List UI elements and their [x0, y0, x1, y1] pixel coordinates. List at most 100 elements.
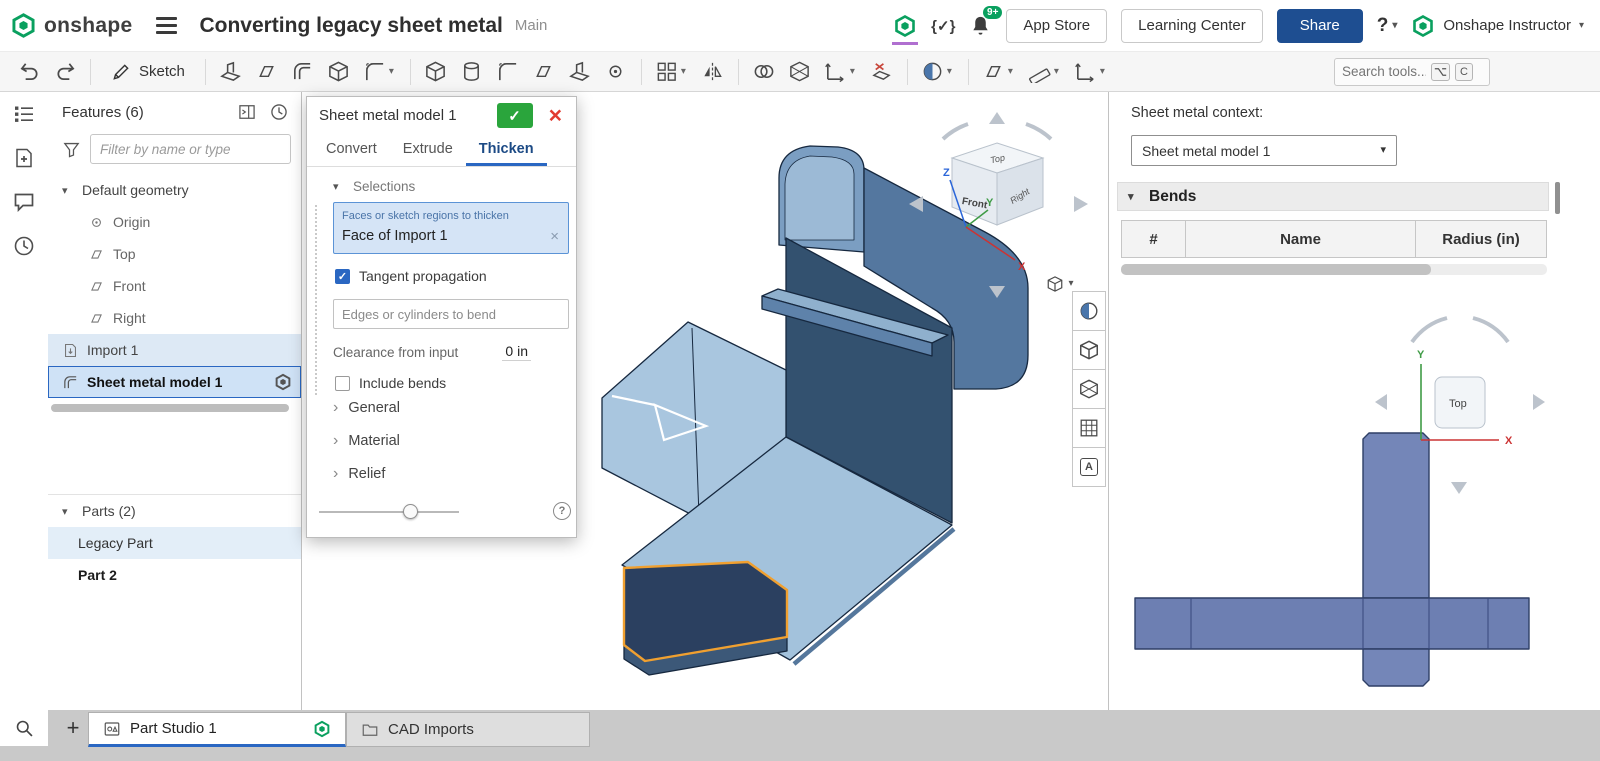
tree-item-sheet-metal-model-1[interactable]: Sheet metal model 1 [48, 366, 301, 398]
corner-tool-icon[interactable] [358, 56, 392, 88]
feature-list-toggle-icon[interactable] [0, 92, 48, 136]
include-bends-row[interactable]: Include bends [335, 375, 567, 391]
undo-button[interactable] [12, 56, 46, 88]
chevron-expanded-icon[interactable]: ▾ [62, 505, 74, 518]
flat-pattern-view[interactable]: Top Y X [1109, 280, 1600, 710]
sheet-metal-context-dropdown[interactable]: Sheet metal model 1 ▾ [1131, 135, 1397, 166]
draft-icon[interactable] [527, 56, 561, 88]
flat-horizontal-band[interactable] [1135, 598, 1529, 649]
rotate-arc-right[interactable] [1473, 318, 1508, 342]
tab-convert[interactable]: Convert [313, 134, 390, 166]
sketch-button[interactable]: Sketch [99, 56, 197, 88]
chevron-down-icon[interactable]: ▾ [850, 67, 863, 77]
general-section-header[interactable]: › General [333, 391, 569, 424]
chevron-down-icon[interactable]: ▾ [1054, 67, 1067, 77]
share-button[interactable]: Share [1277, 9, 1363, 43]
rotate-arc-left[interactable] [943, 124, 968, 139]
tree-group-parts[interactable]: ▾ Parts (2) [48, 495, 301, 527]
include-bends-checkbox[interactable] [335, 376, 350, 391]
tree-item-front-plane[interactable]: Front [48, 270, 301, 302]
dock-panel-icon[interactable] [237, 102, 257, 122]
rollback-icon[interactable] [269, 102, 289, 122]
linear-pattern-icon[interactable] [650, 56, 684, 88]
tree-item-right-plane[interactable]: Right [48, 302, 301, 334]
learning-center-button[interactable]: Learning Center [1121, 9, 1263, 43]
part-item-part-2[interactable]: Part 2 [48, 559, 301, 591]
search-tools-input[interactable] [1342, 64, 1426, 79]
hole-icon[interactable] [599, 56, 633, 88]
annotations-icon[interactable]: A [1072, 447, 1106, 487]
isometric-view-icon[interactable] [1072, 330, 1106, 370]
tangent-propagation-row[interactable]: ✓ Tangent propagation [335, 268, 567, 284]
shading-mode-icon[interactable] [1072, 291, 1106, 331]
tab-tool-icon[interactable] [322, 56, 356, 88]
search-tabs-icon[interactable] [0, 710, 48, 746]
versions-icon[interactable]: {✓} [931, 17, 955, 35]
boolean-icon[interactable] [747, 56, 781, 88]
section-view-icon[interactable] [1072, 369, 1106, 409]
flange-icon[interactable] [250, 56, 284, 88]
tab-part-studio-1[interactable]: Part Studio 1 [88, 712, 346, 747]
app-store-button[interactable]: App Store [1006, 9, 1107, 43]
chevron-down-icon[interactable]: ▾ [1008, 67, 1021, 77]
transform-icon[interactable] [819, 56, 853, 88]
flat-pattern-canvas[interactable]: Top Y X [1109, 280, 1600, 710]
mate-connector-icon[interactable] [1069, 56, 1103, 88]
tree-item-top-plane[interactable]: Top [48, 238, 301, 270]
clear-selection-icon[interactable]: × [550, 229, 559, 244]
shell-icon[interactable] [563, 56, 597, 88]
measure-icon[interactable] [1023, 56, 1057, 88]
bends-vertical-scrollbar[interactable] [1555, 182, 1560, 214]
mirror-icon[interactable] [696, 56, 730, 88]
search-tools-field[interactable]: C [1334, 58, 1490, 86]
redo-button[interactable] [48, 56, 82, 88]
chevron-down-icon[interactable]: ▾ [389, 67, 402, 77]
features-scrollbar[interactable] [51, 404, 289, 412]
onshape-logo[interactable]: onshape [10, 12, 132, 39]
chevron-down-icon[interactable]: ▾ [681, 67, 694, 77]
active-document-icon[interactable] [893, 11, 917, 41]
selections-section-header[interactable]: ▾ Selections [333, 175, 569, 202]
flat-vertical-web[interactable] [1363, 433, 1429, 598]
chevron-down-icon[interactable]: ▾ [1100, 67, 1113, 77]
faces-selection-field[interactable]: Faces or sketch regions to thicken Face … [333, 202, 569, 254]
filter-funnel-icon[interactable] [62, 140, 81, 159]
add-tab-button[interactable]: + [58, 712, 88, 744]
accept-button[interactable]: ✓ [497, 103, 533, 128]
extrude-icon[interactable] [419, 56, 453, 88]
split-icon[interactable] [783, 56, 817, 88]
history-icon[interactable] [0, 224, 48, 268]
sheet-metal-model-icon[interactable] [214, 56, 248, 88]
edges-selection-field[interactable]: Edges or cylinders to bend [333, 299, 569, 329]
part-top-flange-inner[interactable] [785, 156, 854, 240]
flat-pattern-toggle-icon[interactable] [1072, 408, 1106, 448]
tree-item-origin[interactable]: Origin [48, 206, 301, 238]
appearance-icon[interactable] [916, 56, 950, 88]
help-menu[interactable]: ? ▾ [1377, 15, 1398, 37]
feature-filter-input[interactable] [90, 134, 291, 164]
fillet-icon[interactable] [491, 56, 525, 88]
bend-icon[interactable] [286, 56, 320, 88]
rotate-arc-left[interactable] [1412, 318, 1447, 342]
tab-thicken[interactable]: Thicken [466, 134, 547, 166]
tree-group-default-geometry[interactable]: ▾ Default geometry [48, 174, 301, 206]
bends-horizontal-scrollbar[interactable] [1121, 264, 1547, 275]
dialog-help-icon[interactable]: ? [553, 502, 571, 520]
revolve-icon[interactable] [455, 56, 489, 88]
tab-cad-imports[interactable]: CAD Imports [346, 712, 590, 747]
tab-extrude[interactable]: Extrude [390, 134, 466, 166]
delete-face-icon[interactable] [865, 56, 899, 88]
insert-document-icon[interactable] [0, 136, 48, 180]
plane-tool-icon[interactable] [977, 56, 1011, 88]
cancel-button[interactable]: × [545, 104, 566, 127]
part-item-legacy-part[interactable]: Legacy Part [48, 527, 301, 559]
account-menu[interactable]: Onshape Instructor ▾ [1411, 14, 1584, 38]
comments-icon[interactable] [0, 180, 48, 224]
opacity-slider-track[interactable] [319, 511, 459, 513]
bends-section-header[interactable]: ▾ Bends [1117, 182, 1549, 211]
opacity-slider-thumb[interactable] [403, 504, 418, 519]
rotate-arc-right[interactable] [1026, 124, 1051, 139]
clearance-value-input[interactable]: 0 in [502, 343, 531, 361]
notifications-bell-icon[interactable]: 9+ [969, 14, 992, 37]
main-menu-icon[interactable] [156, 17, 177, 34]
